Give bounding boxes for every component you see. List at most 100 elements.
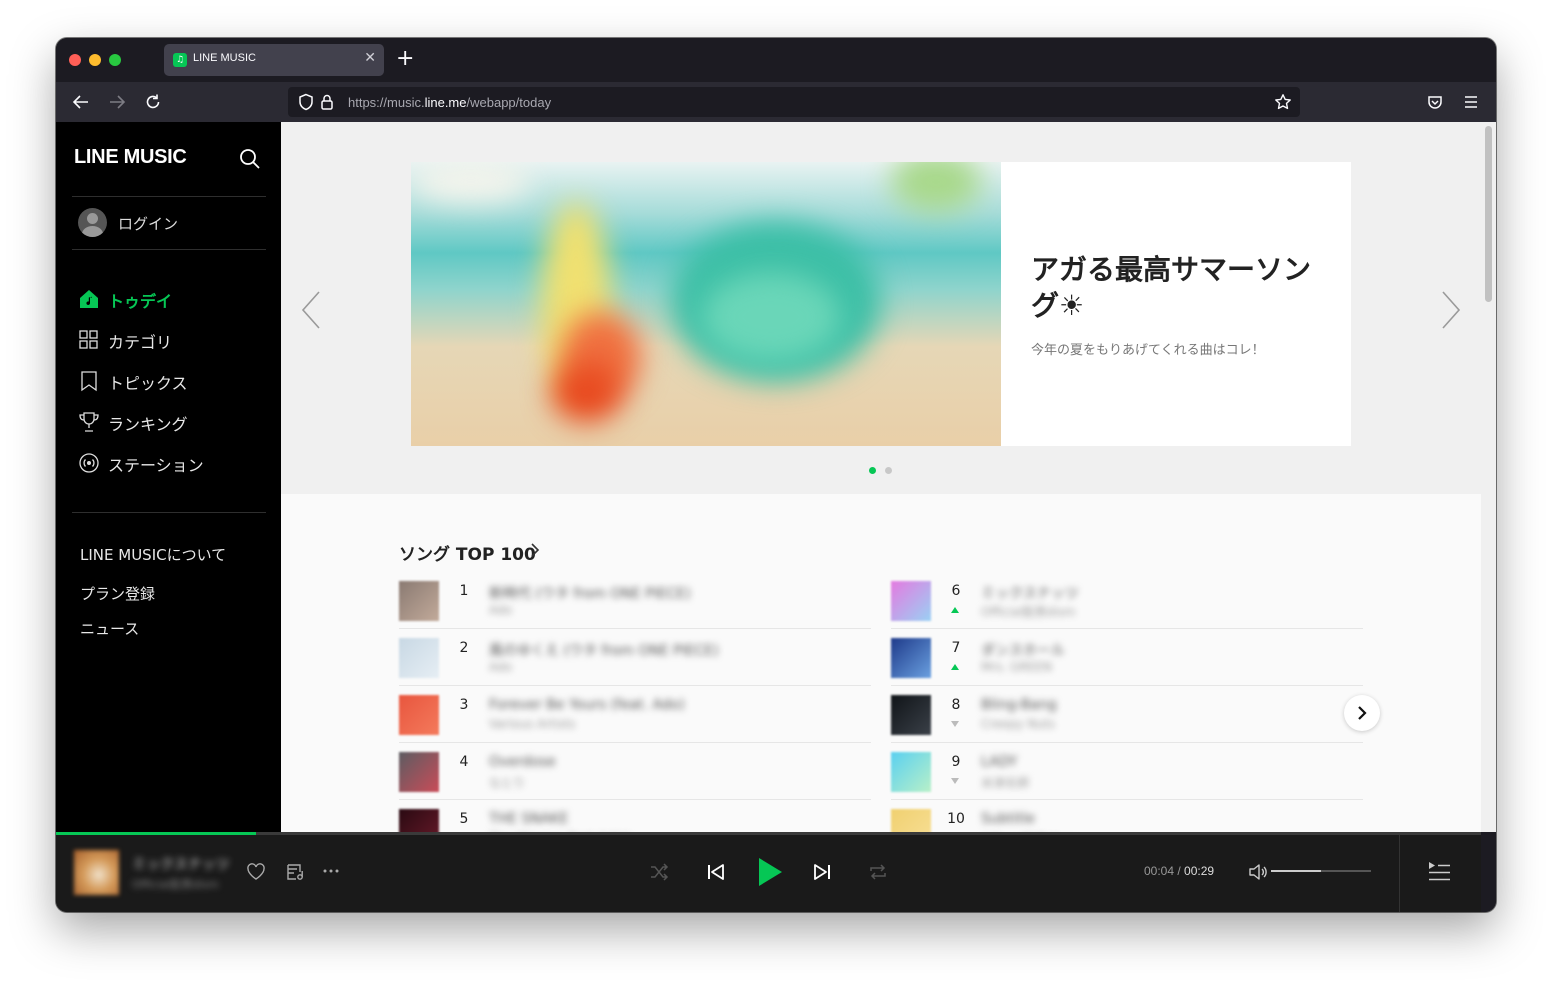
now-playing-artist[interactable]: Official髭男dism xyxy=(132,876,219,892)
sidebar-item-topics[interactable]: トピックス xyxy=(78,368,268,394)
now-playing-title[interactable]: ミックスナッツ xyxy=(132,854,230,874)
song-artwork[interactable] xyxy=(399,695,439,735)
carousel-prev-icon[interactable] xyxy=(299,290,323,330)
top100-section-title[interactable]: ソング TOP 100 xyxy=(399,540,536,565)
row-divider xyxy=(891,799,1363,800)
pocket-icon[interactable] xyxy=(1427,94,1443,110)
song-artwork[interactable] xyxy=(891,752,931,792)
scrollbar-thumb[interactable] xyxy=(1485,126,1492,302)
song-row[interactable]: 4 Overdose なとり xyxy=(399,752,871,809)
new-tab-button[interactable]: + xyxy=(396,46,414,72)
plan-link[interactable]: プラン登録 xyxy=(80,583,155,604)
elapsed-time: 00:04 xyxy=(1144,864,1175,878)
carousel-next-icon[interactable] xyxy=(1439,290,1463,330)
song-artwork[interactable] xyxy=(891,638,931,678)
url-bar[interactable]: https://music.line.me/webapp/today xyxy=(288,87,1300,117)
carousel-dot[interactable] xyxy=(885,467,892,474)
song-row[interactable]: 8 Bling-Bang Creepy Nuts xyxy=(891,695,1363,752)
song-title[interactable]: 風のゆくえ (ウタ from ONE PIECE) xyxy=(489,640,719,660)
song-artwork[interactable] xyxy=(399,581,439,621)
queue-icon[interactable] xyxy=(1427,860,1451,884)
url-text[interactable]: https://music.line.me/webapp/today xyxy=(348,95,551,110)
song-artist[interactable]: Various Artists xyxy=(489,717,575,731)
song-title[interactable]: ミックスナッツ xyxy=(981,583,1079,603)
playback-progress[interactable] xyxy=(56,832,1481,835)
shuffle-icon[interactable] xyxy=(649,862,669,882)
sidebar-item-today[interactable]: トゥデイ xyxy=(78,286,268,312)
previous-track-icon[interactable] xyxy=(706,862,726,882)
back-icon[interactable] xyxy=(72,93,90,111)
about-link[interactable]: LINE MUSICについて xyxy=(80,544,226,565)
hero-banner-image[interactable] xyxy=(411,162,1001,446)
song-title[interactable]: 新時代 (ウタ from ONE PIECE) xyxy=(489,583,691,603)
now-playing-artwork[interactable] xyxy=(74,850,119,895)
login-link[interactable]: ログイン xyxy=(118,213,178,234)
song-artwork[interactable] xyxy=(891,695,931,735)
song-artwork[interactable] xyxy=(891,581,931,621)
avatar[interactable] xyxy=(78,208,107,237)
song-artwork[interactable] xyxy=(399,752,439,792)
song-title[interactable]: Overdose xyxy=(489,754,556,770)
chevron-right-icon[interactable] xyxy=(530,542,540,558)
tracking-shield-icon[interactable] xyxy=(298,93,314,111)
sidebar-item-label: ランキング xyxy=(108,415,188,434)
song-artist[interactable]: Ado xyxy=(489,603,512,617)
song-title[interactable]: Forever Be Yours (feat. Ado) xyxy=(489,697,685,713)
song-artist[interactable]: なとり xyxy=(489,774,525,791)
search-icon[interactable] xyxy=(239,148,261,170)
song-title[interactable]: Bling-Bang xyxy=(981,697,1057,713)
play-icon[interactable] xyxy=(756,856,784,888)
add-to-playlist-icon[interactable] xyxy=(285,862,305,882)
song-title[interactable]: THE SNAKE xyxy=(489,811,568,827)
hero-card[interactable]: アガる最高サマーソング☀ 今年の夏をもりあげてくれる曲はコレ！ xyxy=(1001,162,1351,446)
tab-close-icon[interactable]: ✕ xyxy=(364,50,376,66)
song-artist[interactable]: Creepy Nuts xyxy=(981,717,1055,731)
minimize-window-button[interactable] xyxy=(89,54,101,66)
news-link[interactable]: ニュース xyxy=(80,618,139,639)
song-row[interactable]: 3 Forever Be Yours (feat. Ado) Various Art… xyxy=(399,695,871,752)
volume-slider[interactable] xyxy=(1271,870,1371,872)
lock-icon[interactable] xyxy=(320,93,334,111)
song-artwork[interactable] xyxy=(399,809,439,832)
song-title[interactable]: ダンスホール xyxy=(981,640,1065,660)
song-title[interactable]: LADY xyxy=(981,754,1017,770)
forward-icon[interactable] xyxy=(108,93,126,111)
zoom-window-button[interactable] xyxy=(109,54,121,66)
line-music-logo[interactable]: LINE MUSIC xyxy=(74,146,187,169)
playback-progress-fill xyxy=(56,832,256,835)
more-options-icon[interactable] xyxy=(322,868,340,874)
sidebar-divider xyxy=(72,196,266,197)
sidebar-item-ranking[interactable]: ランキング xyxy=(78,409,268,435)
heart-icon[interactable] xyxy=(246,862,266,882)
song-artwork[interactable] xyxy=(399,638,439,678)
sidebar-item-category[interactable]: カテゴリ xyxy=(78,327,268,353)
sidebar-item-station[interactable]: ステーション xyxy=(78,450,268,476)
repeat-icon[interactable] xyxy=(868,862,888,882)
carousel-dot[interactable] xyxy=(869,467,876,474)
song-row[interactable]: 5THE SNAKEThe Winners Best Artist xyxy=(399,809,871,832)
page-scrollbar[interactable] xyxy=(1481,122,1496,832)
song-title[interactable]: Subtitle xyxy=(981,811,1035,827)
song-row[interactable]: 6 ミックスナッツ Official髭男dism xyxy=(891,581,1363,638)
song-artist[interactable]: Ado xyxy=(489,660,512,674)
next-track-icon[interactable] xyxy=(812,862,832,882)
sidebar-item-label: トゥデイ xyxy=(108,292,173,311)
song-row[interactable]: 2 風のゆくえ (ウタ from ONE PIECE) Ado xyxy=(399,638,871,695)
close-window-button[interactable] xyxy=(69,54,81,66)
song-list-next-button[interactable] xyxy=(1344,695,1380,731)
song-artist[interactable]: Official髭男dism xyxy=(981,603,1076,620)
volume-icon[interactable] xyxy=(1248,862,1268,882)
song-row[interactable]: 7 ダンスホール Mrs. GREEN xyxy=(891,638,1363,695)
reload-icon[interactable] xyxy=(144,93,162,111)
song-artist[interactable]: Mrs. GREEN xyxy=(981,660,1052,674)
song-row[interactable]: 9 LADY 米津玄師 xyxy=(891,752,1363,809)
browser-tab[interactable]: ♫ LINE MUSIC ✕ xyxy=(164,44,384,76)
song-artwork[interactable] xyxy=(891,809,931,832)
browser-nav-bar: https://music.line.me/webapp/today xyxy=(56,82,1496,122)
bookmark-star-icon[interactable] xyxy=(1274,93,1292,111)
menu-icon[interactable] xyxy=(1464,95,1478,109)
sidebar-divider xyxy=(72,249,266,250)
song-row[interactable]: 1 新時代 (ウタ from ONE PIECE) Ado xyxy=(399,581,871,638)
song-row[interactable]: 10SubtitleOfficial髭男dism xyxy=(891,809,1363,832)
song-artist[interactable]: 米津玄師 xyxy=(981,774,1029,791)
